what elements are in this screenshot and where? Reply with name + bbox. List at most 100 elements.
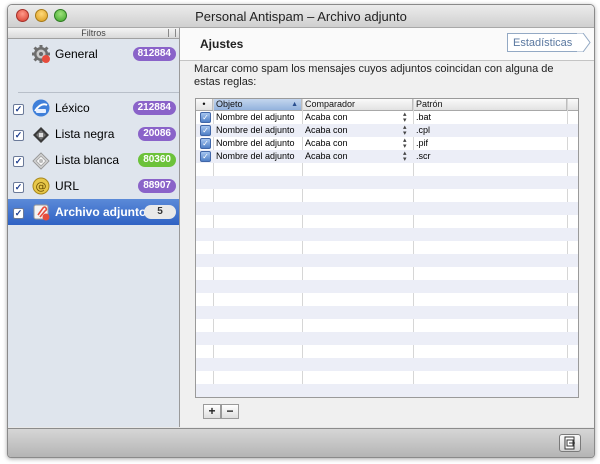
sidebar-divider — [18, 92, 179, 93]
blacklist-icon — [31, 124, 51, 144]
lexicon-icon — [31, 98, 51, 118]
filter-enabled-checkbox[interactable]: ✓ — [13, 156, 24, 167]
count-badge: 812884 — [132, 47, 176, 61]
empty-row — [196, 293, 578, 306]
sidebar-header: Filtros — [8, 28, 179, 39]
column-header-label: Objeto — [216, 99, 243, 109]
url-icon: @ — [31, 176, 51, 196]
empty-row — [196, 228, 578, 241]
statistics-button[interactable]: Estadísticas — [507, 33, 577, 52]
empty-row — [196, 189, 578, 202]
empty-row — [196, 319, 578, 332]
objeto-cell[interactable]: Nombre del adjunto — [216, 138, 301, 149]
objeto-cell[interactable]: Nombre del adjunto — [216, 112, 301, 123]
filter-enabled-checkbox[interactable]: ✓ — [13, 182, 24, 193]
sidebar-item-label: Lista negra — [55, 127, 115, 141]
comparador-cell[interactable]: Acaba con — [305, 138, 390, 149]
sidebar-item-label: Léxico — [55, 101, 90, 115]
column-header-enabled[interactable]: • — [196, 99, 213, 110]
sidebar-item-archivo-adjunto[interactable]: ✓ Archivo adjunto 5 — [8, 199, 179, 225]
sidebar-item-lista-negra[interactable]: ✓ Lista negra 20086 — [8, 121, 179, 147]
sort-ascending-icon: ▲ — [291, 101, 298, 108]
sidebar-item-label: URL — [55, 179, 80, 193]
count-badge: 80360 — [138, 153, 176, 167]
count-badge: 5 — [144, 205, 176, 219]
log-button[interactable] — [559, 434, 581, 452]
table-row[interactable]: ✓ Nombre del adjunto Acaba con ▴ ▾ .scr — [196, 150, 578, 163]
empty-row — [196, 215, 578, 228]
table-row[interactable]: ✓ Nombre del adjunto Acaba con ▴ ▾ .bat — [196, 111, 578, 124]
sidebar-item-url[interactable]: ✓ @ URL 88907 — [8, 173, 179, 199]
svg-text:@: @ — [36, 180, 47, 193]
table-row[interactable]: ✓ Nombre del adjunto Acaba con ▴ ▾ .pif — [196, 137, 578, 150]
column-header-patron[interactable]: Patrón — [413, 99, 567, 110]
table-header: • Objeto ▲ Comparador Patrón — [196, 99, 578, 111]
rule-enabled-checkbox[interactable]: ✓ — [200, 138, 211, 149]
rule-enabled-checkbox[interactable]: ✓ — [200, 112, 211, 123]
remove-rule-button[interactable]: − — [221, 404, 239, 419]
filter-enabled-checkbox[interactable]: ✓ — [13, 130, 24, 141]
sidebar-item-lista-blanca[interactable]: ✓ Lista blanca 80360 — [8, 147, 179, 173]
comparador-cell[interactable]: Acaba con — [305, 125, 390, 136]
comparador-cell[interactable]: Acaba con — [305, 112, 390, 123]
empty-row — [196, 241, 578, 254]
empty-row — [196, 306, 578, 319]
count-badge: 212884 — [132, 101, 176, 115]
empty-row — [196, 371, 578, 384]
attachment-icon — [31, 202, 51, 222]
count-badge: 88907 — [138, 179, 176, 193]
column-header-comparador[interactable]: Comparador — [302, 99, 413, 110]
add-rule-button[interactable]: + — [203, 404, 221, 419]
empty-row — [196, 345, 578, 358]
sidebar-resize-handle[interactable] — [168, 29, 176, 37]
objeto-cell[interactable]: Nombre del adjunto — [216, 151, 301, 162]
comparador-stepper-icon[interactable]: ▴ ▾ — [403, 124, 407, 137]
comparador-stepper-icon[interactable]: ▴ ▾ — [403, 137, 407, 150]
sidebar-header-label: Filtros — [81, 28, 106, 38]
sidebar-item-label: Archivo adjunto — [55, 205, 147, 219]
filter-enabled-checkbox[interactable]: ✓ — [13, 208, 24, 219]
window-title: Personal Antispam – Archivo adjunto — [195, 9, 407, 24]
empty-row — [196, 280, 578, 293]
sidebar-item-general[interactable]: General 812884 — [8, 41, 179, 67]
patron-cell[interactable]: .bat — [416, 112, 556, 123]
rules-table: • Objeto ▲ Comparador Patrón ✓ Nombre de… — [195, 98, 579, 398]
title-bar: Personal Antispam – Archivo adjunto — [8, 5, 594, 28]
settings-panel: Ajustes Estadísticas Marcar como spam lo… — [180, 28, 594, 427]
patron-cell[interactable]: .cpl — [416, 125, 556, 136]
comparador-stepper-icon[interactable]: ▴ ▾ — [403, 150, 407, 163]
rules-description: Marcar como spam los mensajes cuyos adju… — [194, 63, 554, 88]
empty-row — [196, 163, 578, 176]
app-window: Personal Antispam – Archivo adjunto Filt… — [7, 4, 595, 458]
objeto-cell[interactable]: Nombre del adjunto — [216, 125, 301, 136]
rule-enabled-checkbox[interactable]: ✓ — [200, 125, 211, 136]
empty-row — [196, 332, 578, 345]
chevron-right-icon[interactable] — [577, 33, 591, 52]
patron-cell[interactable]: .scr — [416, 151, 556, 162]
count-badge: 20086 — [138, 127, 176, 141]
bottom-toolbar — [8, 428, 594, 457]
empty-row — [196, 358, 578, 371]
whitelist-icon — [31, 150, 51, 170]
filter-enabled-checkbox[interactable]: ✓ — [13, 104, 24, 115]
comparador-stepper-icon[interactable]: ▴ ▾ — [403, 111, 407, 124]
empty-row — [196, 202, 578, 215]
empty-row — [196, 384, 578, 397]
rule-enabled-checkbox[interactable]: ✓ — [200, 151, 211, 162]
empty-row — [196, 176, 578, 189]
empty-row — [196, 254, 578, 267]
empty-row — [196, 267, 578, 280]
patron-cell[interactable]: .pif — [416, 138, 556, 149]
gear-icon — [31, 44, 51, 64]
filters-sidebar: Filtros General 812884 ✓ Léxico 212884 ✓… — [8, 28, 180, 427]
sidebar-item-lexico[interactable]: ✓ Léxico 212884 — [8, 95, 179, 121]
panel-title: Ajustes — [200, 37, 244, 51]
document-icon — [564, 436, 575, 450]
sidebar-item-label: General — [55, 47, 98, 61]
sidebar-item-label: Lista blanca — [55, 153, 120, 167]
table-body: ✓ Nombre del adjunto Acaba con ▴ ▾ .bat ✓… — [196, 111, 578, 397]
comparador-cell[interactable]: Acaba con — [305, 151, 390, 162]
panel-header: Ajustes Estadísticas — [180, 28, 594, 61]
column-header-objeto[interactable]: Objeto ▲ — [213, 99, 302, 110]
table-row[interactable]: ✓ Nombre del adjunto Acaba con ▴ ▾ .cpl — [196, 124, 578, 137]
